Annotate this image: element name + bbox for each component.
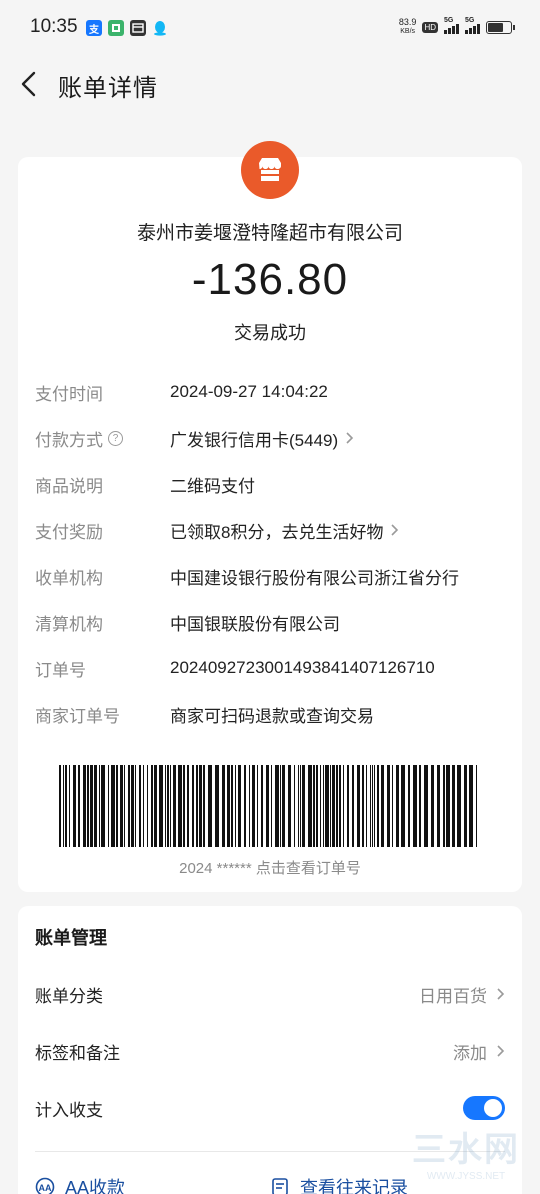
- detail-row-reward[interactable]: 支付奖励 已领取8积分，去兑生活好物: [35, 515, 505, 545]
- detail-value: 中国建设银行股份有限公司浙江省分行: [170, 568, 459, 588]
- merchant-name: 泰州市姜堰澄特隆超市有限公司: [136, 223, 403, 244]
- detail-label: 商品说明: [35, 476, 103, 496]
- tags-notes-row[interactable]: 标签和备注 添加: [35, 1031, 505, 1071]
- detail-value: 2024092723001493841407126710: [170, 658, 435, 677]
- tags-value: 添加: [453, 1043, 487, 1063]
- aa-icon: AA: [35, 1177, 55, 1194]
- detail-row-order-number: 订单号 2024092723001493841407126710: [35, 653, 505, 683]
- detail-label: 支付奖励: [35, 522, 103, 542]
- status-bar: 10:35 支 83.9 KB/s HD 5G 5G: [0, 0, 540, 58]
- detail-value: 二维码支付: [170, 476, 255, 496]
- detail-label: 支付时间: [35, 384, 103, 404]
- help-icon[interactable]: ?: [108, 430, 123, 446]
- aa-collect-button[interactable]: AA AA收款: [35, 1174, 125, 1194]
- notification-icons: 支: [86, 20, 168, 36]
- view-history-button[interactable]: 查看往来记录: [270, 1174, 408, 1194]
- signal-5g-icon-2: 5G: [465, 17, 480, 34]
- detail-label: 清算机构: [35, 614, 103, 634]
- battery-icon: [486, 20, 515, 34]
- svg-text:AA: AA: [39, 1183, 52, 1193]
- detail-label: 收单机构: [35, 568, 103, 588]
- card-notification-icon: [130, 20, 146, 36]
- site-watermark: 三水网 WWW.JYSS.NET: [412, 1131, 520, 1182]
- status-indicators: 83.9 KB/s HD 5G 5G: [398, 17, 515, 36]
- detail-row-acquirer: 收单机构 中国建设银行股份有限公司浙江省分行: [35, 561, 505, 591]
- detail-value: 广发银行信用卡(5449): [170, 430, 339, 450]
- transaction-status: 交易成功: [234, 323, 306, 343]
- detail-label: 付款方式: [35, 430, 103, 450]
- bill-category-row[interactable]: 账单分类 日用百货: [35, 974, 505, 1014]
- transaction-amount: -136.80: [191, 255, 349, 304]
- count-in-budget-toggle[interactable]: [463, 1096, 505, 1120]
- order-barcode[interactable]: [59, 765, 481, 847]
- alipay-notification-icon: 支: [86, 20, 102, 36]
- detail-label: 订单号: [35, 660, 86, 680]
- chevron-right-icon: [497, 988, 505, 1000]
- signal-5g-icon: 5G: [444, 17, 459, 34]
- hd-voice-icon: HD: [422, 21, 438, 33]
- chevron-right-icon: [391, 524, 399, 536]
- network-speed: 83.9 KB/s: [398, 17, 417, 36]
- record-icon: [272, 1178, 288, 1194]
- store-icon: [241, 141, 299, 199]
- detail-value: 中国银联股份有限公司: [170, 614, 340, 634]
- detail-row-product-desc: 商品说明 二维码支付: [35, 469, 505, 499]
- chevron-right-icon: [497, 1045, 505, 1057]
- status-time: 10:35: [30, 16, 78, 37]
- chevron-right-icon: [346, 432, 354, 444]
- detail-value: 2024-09-27 14:04:22: [170, 382, 328, 401]
- detail-row-payment-method[interactable]: 付款方式 ? 广发银行信用卡(5449): [35, 423, 505, 453]
- detail-row-merchant-order: 商家订单号 商家可扫码退款或查询交易: [35, 699, 505, 729]
- bill-detail-card: 泰州市姜堰澄特隆超市有限公司 -136.80 交易成功 支付时间 2024-09…: [18, 141, 522, 892]
- back-arrow-icon[interactable]: [18, 70, 42, 98]
- detail-row-clearing: 清算机构 中国银联股份有限公司: [35, 607, 505, 637]
- barcode-caption[interactable]: 2024 ****** 点击查看订单号: [18, 857, 522, 878]
- detail-value: 商家可扫码退款或查询交易: [170, 706, 374, 726]
- app-notification-icon: [108, 20, 124, 36]
- detail-value: 已领取8积分，去兑生活好物: [170, 522, 384, 542]
- page-title: 账单详情: [58, 75, 158, 102]
- section-title: 账单管理: [35, 928, 107, 948]
- category-value: 日用百货: [419, 986, 487, 1006]
- detail-label: 商家订单号: [35, 706, 120, 726]
- detail-row-payment-time: 支付时间 2024-09-27 14:04:22: [35, 377, 505, 407]
- header: 账单详情: [0, 58, 540, 110]
- qq-notification-icon: [152, 20, 168, 36]
